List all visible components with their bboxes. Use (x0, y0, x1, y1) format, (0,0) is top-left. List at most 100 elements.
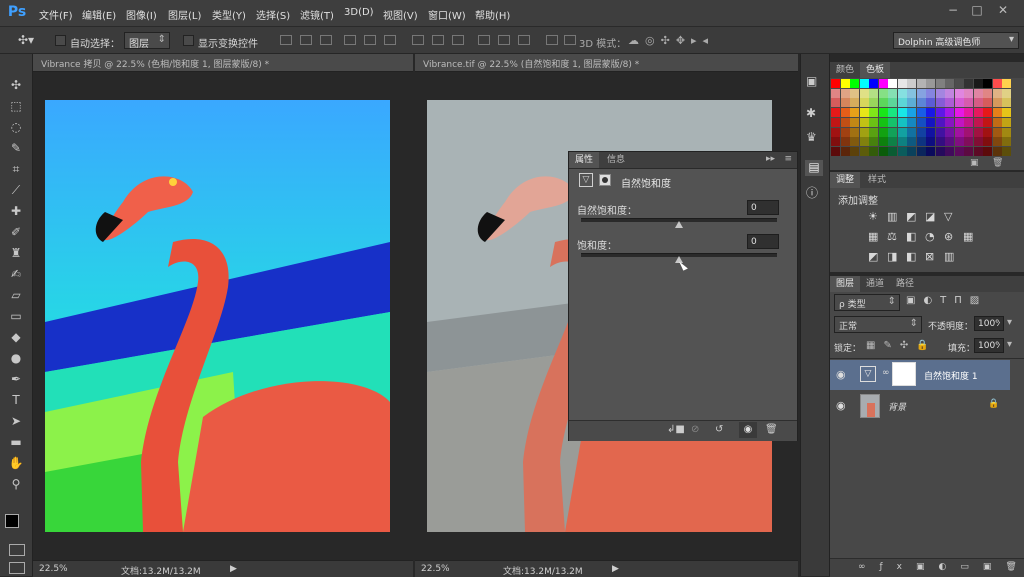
color-swatch[interactable] (859, 79, 869, 88)
color-swatch[interactable] (964, 98, 973, 108)
selective-color-icon[interactable]: ⊠ (925, 250, 934, 263)
color-swatch[interactable] (831, 117, 840, 127)
color-swatch[interactable] (840, 117, 850, 127)
color-swatch[interactable] (954, 88, 964, 98)
menu-item[interactable]: 选择(S) (256, 7, 290, 22)
color-swatch[interactable] (840, 79, 850, 88)
tab-color[interactable]: 颜色 (830, 62, 860, 78)
color-swatch[interactable] (983, 88, 992, 98)
color-swatch[interactable] (945, 146, 954, 156)
color-swatch[interactable] (983, 137, 992, 147)
menu-item[interactable]: 滤镜(T) (300, 7, 334, 22)
chevron-down-icon[interactable]: ▾ (1007, 339, 1012, 350)
align-icon[interactable] (546, 35, 558, 45)
color-swatch[interactable] (878, 108, 888, 118)
color-lookup-icon[interactable]: ▦ (963, 230, 973, 243)
color-swatch[interactable] (897, 79, 907, 88)
reset-icon[interactable]: ↺ (715, 424, 723, 435)
brightness-icon[interactable]: ☀ (868, 210, 878, 223)
color-swatch[interactable] (926, 108, 935, 118)
color-swatch[interactable] (888, 127, 897, 137)
menu-item[interactable]: 文件(F) (39, 7, 73, 22)
color-swatch[interactable] (850, 88, 859, 98)
photo-filter-icon[interactable]: ◔ (925, 230, 935, 243)
color-swatch[interactable] (973, 79, 983, 88)
tab-paths[interactable]: 路径 (890, 276, 920, 292)
trash-icon[interactable]: 🗑 (765, 424, 778, 435)
path-selection-tool-icon[interactable]: ➤ (5, 412, 27, 430)
curves-icon[interactable]: ◩ (906, 210, 916, 223)
shape-tool-icon[interactable]: ▬ (5, 433, 27, 451)
color-swatch[interactable] (850, 108, 859, 118)
align-icon[interactable] (498, 35, 510, 45)
trash-icon[interactable]: 🗑 (992, 158, 1003, 168)
color-swatch[interactable] (831, 88, 840, 98)
color-swatch[interactable] (964, 79, 973, 88)
color-swatch[interactable] (935, 137, 945, 147)
invert-icon[interactable]: ◩ (868, 250, 878, 263)
color-swatch[interactable] (878, 88, 888, 98)
color-swatch[interactable] (878, 117, 888, 127)
menu-item[interactable]: 帮助(H) (475, 7, 510, 22)
align-icon[interactable] (478, 35, 490, 45)
color-swatch[interactable] (859, 88, 869, 98)
view-previous-state-icon[interactable]: ⊘ (691, 424, 699, 435)
quick-mask-icon[interactable] (9, 544, 25, 556)
color-swatch[interactable] (878, 79, 888, 88)
color-swatch[interactable] (983, 146, 992, 156)
color-swatch[interactable] (907, 98, 916, 108)
color-swatch[interactable] (926, 117, 935, 127)
menu-item[interactable]: 类型(Y) (212, 7, 246, 22)
color-swatch[interactable] (859, 98, 869, 108)
workspace-switcher[interactable]: Dolphin 高级调色师 ▾ (893, 32, 1019, 49)
opacity-input[interactable] (974, 316, 1004, 331)
color-swatch[interactable] (831, 146, 840, 156)
color-swatch[interactable] (897, 117, 907, 127)
color-swatch[interactable] (945, 117, 954, 127)
color-swatch[interactable] (992, 79, 1002, 88)
color-swatch[interactable] (973, 88, 983, 98)
color-swatch[interactable] (945, 98, 954, 108)
color-swatch[interactable] (907, 137, 916, 147)
tab-channels[interactable]: 通道 (860, 276, 890, 292)
threshold-icon[interactable]: ◧ (906, 250, 916, 263)
chain-link-icon[interactable]: ∞ (882, 368, 890, 378)
type-tool-icon[interactable]: T (5, 391, 27, 409)
show-transform-checkbox[interactable] (183, 35, 194, 46)
layer-action-icons[interactable]: ∞ƒx▣◐▭▣🗑 (858, 562, 1024, 572)
color-swatch[interactable] (888, 98, 897, 108)
3d-mode-icons[interactable]: ☁◎✣✥▸◂ (628, 34, 714, 47)
color-swatch[interactable] (964, 127, 973, 137)
color-balance-icon[interactable]: ⚖ (887, 230, 897, 243)
menu-item[interactable]: 编辑(E) (82, 7, 116, 22)
menu-item[interactable]: 视图(V) (383, 7, 418, 22)
color-swatch[interactable] (831, 108, 840, 118)
document-tab-left[interactable]: Vibrance 拷贝 @ 22.5% (色相/饱和度 1, 图层蒙版/8) * (33, 54, 413, 72)
foreground-color-swatch[interactable] (5, 514, 19, 528)
color-swatch[interactable] (869, 108, 878, 118)
color-swatch[interactable] (897, 146, 907, 156)
color-swatch[interactable] (964, 117, 973, 127)
properties-panel-icon[interactable]: ▤ (805, 160, 823, 176)
color-swatch[interactable] (831, 127, 840, 137)
color-swatch[interactable] (878, 127, 888, 137)
color-swatch[interactable] (992, 146, 1002, 156)
color-swatch[interactable] (1002, 79, 1011, 88)
tab-info[interactable]: 信息 (601, 152, 631, 168)
collapse-icon[interactable]: ▸▸ (766, 154, 775, 164)
color-swatch[interactable] (916, 98, 926, 108)
color-swatch[interactable] (840, 98, 850, 108)
menu-item[interactable]: 3D(D) (344, 7, 374, 18)
color-swatch[interactable] (954, 117, 964, 127)
color-swatch[interactable] (869, 79, 878, 88)
color-swatch[interactable] (926, 79, 935, 88)
color-swatch[interactable] (850, 127, 859, 137)
color-swatch[interactable] (954, 79, 964, 88)
document-tab-right[interactable]: Vibrance.tif @ 22.5% (自然饱和度 1, 图层蒙版/8) * (415, 54, 798, 72)
color-swatch[interactable] (935, 117, 945, 127)
chevron-down-icon[interactable]: ▾ (1007, 317, 1012, 328)
layer-thumbnail[interactable] (860, 394, 880, 418)
color-swatch[interactable] (869, 127, 878, 137)
layer-filter-icons[interactable]: ▣◐TΠ▨ (906, 295, 987, 306)
color-swatch[interactable] (954, 98, 964, 108)
